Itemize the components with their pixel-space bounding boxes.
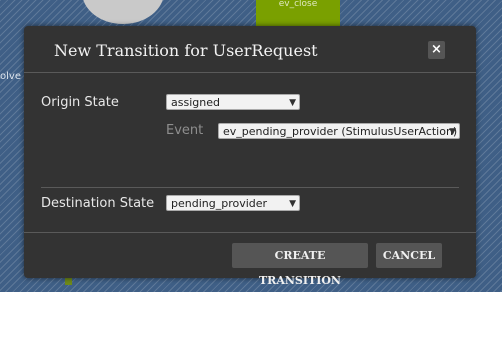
event-label: Event bbox=[166, 123, 204, 138]
chevron-down-icon: ▼ bbox=[289, 98, 296, 108]
chevron-down-icon: ▼ bbox=[289, 199, 296, 209]
node-partial-label: olve bbox=[0, 71, 21, 82]
close-icon: × bbox=[431, 42, 442, 57]
new-transition-dialog: New Transition for UserRequest × Origin … bbox=[24, 26, 476, 287]
chevron-down-icon: ▼ bbox=[449, 127, 456, 137]
state-node-ev-close: ev_close bbox=[256, 0, 340, 26]
event-value: ev_pending_provider (StimulusUserAction) bbox=[223, 125, 458, 138]
origin-state-label: Origin State bbox=[41, 95, 119, 110]
create-transition-button[interactable]: CREATE TRANSITION bbox=[232, 243, 368, 287]
header-divider bbox=[24, 72, 476, 73]
origin-state-value: assigned bbox=[171, 96, 220, 109]
state-node-circle bbox=[82, 0, 164, 24]
footer-divider bbox=[24, 232, 476, 233]
destination-state-label: Destination State bbox=[41, 196, 155, 211]
origin-state-select[interactable]: assigned ▼ bbox=[166, 94, 300, 110]
destination-state-value: pending_provider bbox=[171, 197, 268, 210]
section-divider bbox=[41, 187, 459, 188]
dialog-title: New Transition for UserRequest bbox=[54, 41, 318, 60]
event-select[interactable]: ev_pending_provider (StimulusUserAction)… bbox=[218, 123, 460, 139]
cancel-button[interactable]: CANCEL bbox=[376, 243, 442, 268]
destination-state-select[interactable]: pending_provider ▼ bbox=[166, 195, 300, 211]
close-button[interactable]: × bbox=[428, 41, 445, 59]
